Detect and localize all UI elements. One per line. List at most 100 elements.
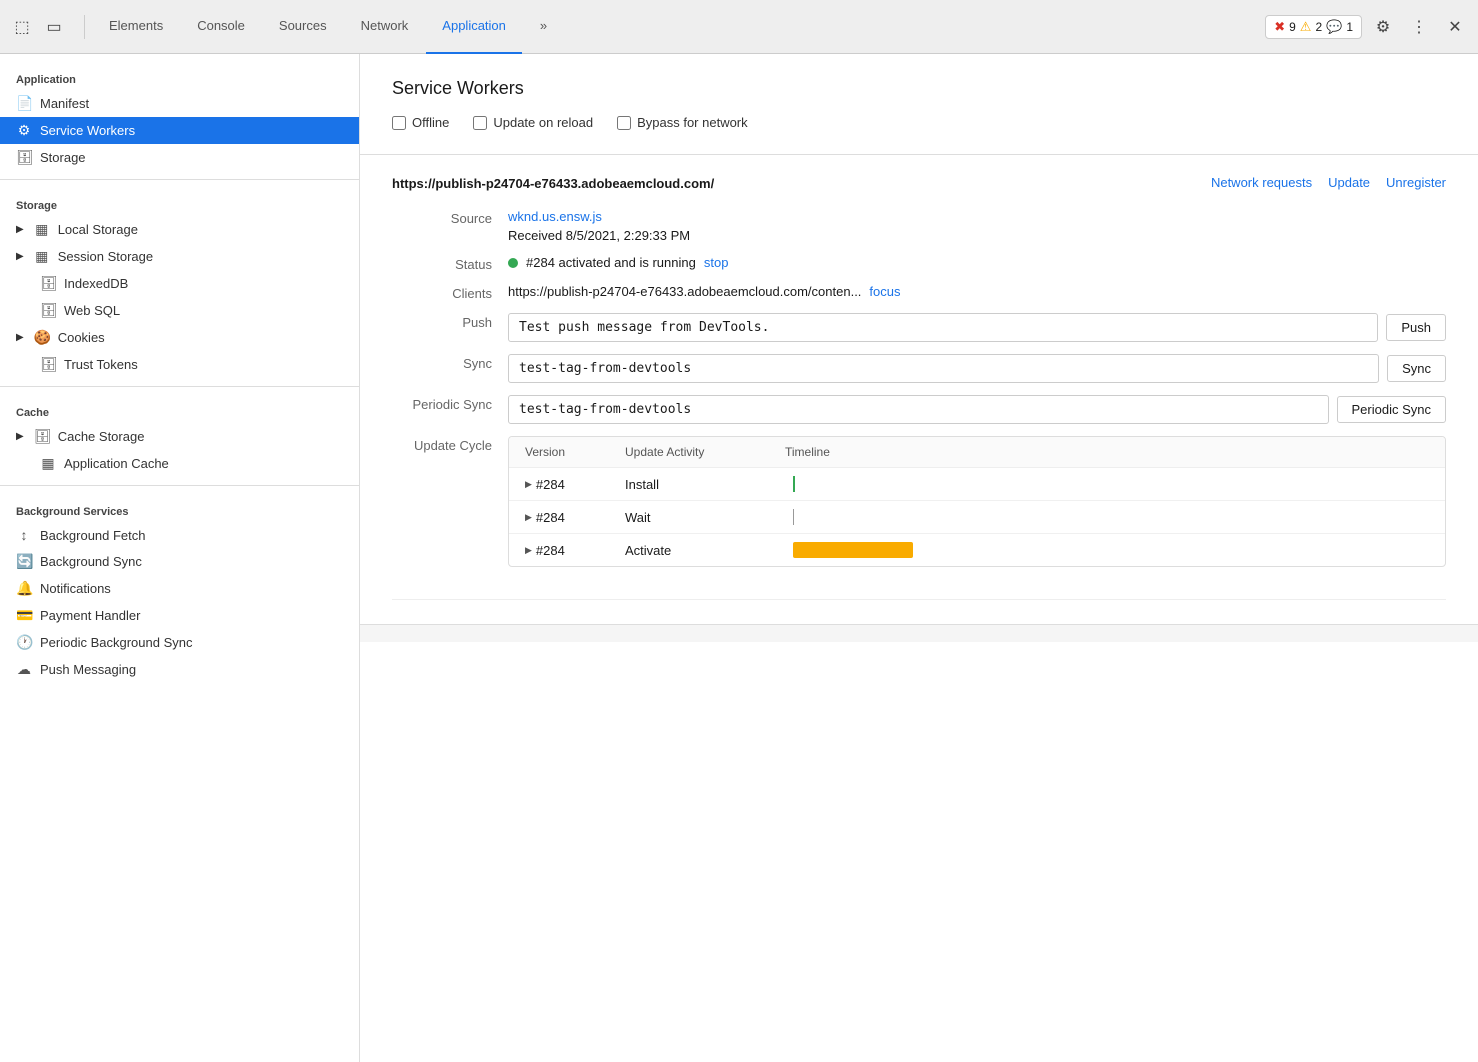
- sync-button[interactable]: Sync: [1387, 355, 1446, 382]
- sync-input[interactable]: [508, 354, 1379, 383]
- notifications-icon: 🔔: [16, 580, 32, 597]
- update-on-reload-checkbox[interactable]: [473, 116, 487, 130]
- tab-sources[interactable]: Sources: [263, 0, 343, 54]
- push-label: Push: [392, 313, 492, 330]
- version-arrow-install: ▶: [525, 479, 532, 490]
- sidebar-item-manifest[interactable]: 📄 Manifest: [0, 90, 359, 117]
- sidebar-section-bg: Background Services: [0, 494, 359, 522]
- divider-1: [0, 179, 359, 180]
- sidebar-item-periodic-bg-sync[interactable]: 🕐 Periodic Background Sync: [0, 629, 359, 656]
- offline-checkbox-label[interactable]: Offline: [392, 115, 449, 130]
- sidebar-label-trust-tokens: Trust Tokens: [64, 357, 138, 372]
- content-area: Service Workers Offline Update on reload…: [360, 54, 1478, 1062]
- sidebar-section-application: Application: [0, 62, 359, 90]
- clients-row-inner: https://publish-p24704-e76433.adobeaemcl…: [508, 284, 1446, 299]
- main-layout: Application 📄 Manifest ⚙ Service Workers…: [0, 54, 1478, 1062]
- expand-session-storage-icon: ▶: [16, 251, 24, 262]
- source-value: wknd.us.ensw.js Received 8/5/2021, 2:29:…: [508, 209, 1446, 243]
- sidebar-label-indexeddb: IndexedDB: [64, 276, 128, 291]
- sidebar-item-web-sql[interactable]: 🗄 Web SQL: [0, 297, 359, 324]
- sidebar-item-cache-storage[interactable]: ▶ 🗄 Cache Storage: [0, 423, 359, 450]
- version-arrow-activate: ▶: [525, 545, 532, 556]
- source-link[interactable]: wknd.us.ensw.js: [508, 209, 602, 224]
- warn-count: 2: [1315, 20, 1322, 34]
- push-value: Push: [508, 313, 1446, 342]
- sidebar: Application 📄 Manifest ⚙ Service Workers…: [0, 54, 360, 1062]
- version-num-wait: #284: [536, 510, 565, 525]
- sidebar-item-push-messaging[interactable]: ☁ Push Messaging: [0, 656, 359, 683]
- timeline-tick-gray: [793, 509, 794, 525]
- toolbar: ⬚ ▭ Elements Console Sources Network App…: [0, 0, 1478, 54]
- focus-link[interactable]: focus: [869, 284, 900, 299]
- version-activate[interactable]: ▶ #284: [525, 543, 625, 558]
- sidebar-item-trust-tokens[interactable]: 🗄 Trust Tokens: [0, 351, 359, 378]
- sidebar-item-app-cache[interactable]: ▦ Application Cache: [0, 450, 359, 477]
- tab-network[interactable]: Network: [345, 0, 425, 54]
- sidebar-item-bg-fetch[interactable]: ↕ Background Fetch: [0, 522, 359, 548]
- stop-link[interactable]: stop: [704, 255, 729, 270]
- cursor-icon[interactable]: ⬚: [8, 13, 36, 41]
- sidebar-label-storage-main: Storage: [40, 150, 86, 165]
- timeline-activate: [785, 542, 1429, 558]
- unregister-link[interactable]: Unregister: [1386, 175, 1446, 190]
- mobile-icon[interactable]: ▭: [40, 13, 68, 41]
- tab-application[interactable]: Application: [426, 0, 522, 54]
- more-button[interactable]: ⋮: [1404, 12, 1434, 42]
- clients-row: Clients https://publish-p24704-e76433.ad…: [392, 284, 1446, 301]
- update-link[interactable]: Update: [1328, 175, 1370, 190]
- sidebar-item-payment-handler[interactable]: 💳 Payment Handler: [0, 602, 359, 629]
- update-cycle-table: Version Update Activity Timeline ▶ #284 …: [508, 436, 1446, 567]
- settings-button[interactable]: ⚙: [1368, 12, 1398, 42]
- tab-elements[interactable]: Elements: [93, 0, 179, 54]
- trust-tokens-icon: 🗄: [40, 356, 56, 373]
- sidebar-item-storage-main[interactable]: 🗄 Storage: [0, 144, 359, 171]
- divider-3: [0, 485, 359, 486]
- divider-2: [0, 386, 359, 387]
- sidebar-item-cookies[interactable]: ▶ 🍪 Cookies: [0, 324, 359, 351]
- update-on-reload-checkbox-label[interactable]: Update on reload: [473, 115, 593, 130]
- toolbar-divider: [84, 15, 85, 39]
- network-requests-link[interactable]: Network requests: [1211, 175, 1312, 190]
- local-storage-icon: ▦: [34, 221, 50, 238]
- update-cycle-label: Update Cycle: [392, 436, 492, 453]
- version-wait[interactable]: ▶ #284: [525, 510, 625, 525]
- service-workers-icon: ⚙: [16, 122, 32, 139]
- version-arrow-wait: ▶: [525, 512, 532, 523]
- session-storage-icon: ▦: [34, 248, 50, 265]
- sidebar-label-payment-handler: Payment Handler: [40, 608, 140, 623]
- sidebar-item-session-storage[interactable]: ▶ ▦ Session Storage: [0, 243, 359, 270]
- version-install[interactable]: ▶ #284: [525, 477, 625, 492]
- push-input[interactable]: [508, 313, 1378, 342]
- update-cycle-row: Update Cycle Version Update Activity Tim…: [392, 436, 1446, 567]
- bottom-bar: [360, 624, 1478, 642]
- close-button[interactable]: ✕: [1440, 12, 1470, 42]
- service-worker-entry: https://publish-p24704-e76433.adobeaemcl…: [392, 155, 1446, 600]
- periodic-sync-button[interactable]: Periodic Sync: [1337, 396, 1446, 423]
- version-num-install: #284: [536, 477, 565, 492]
- periodic-sync-input[interactable]: [508, 395, 1329, 424]
- sidebar-label-local-storage: Local Storage: [58, 222, 138, 237]
- periodic-sync-row: Periodic Sync Periodic Sync: [392, 395, 1446, 424]
- tab-console[interactable]: Console: [181, 0, 261, 54]
- offline-checkbox[interactable]: [392, 116, 406, 130]
- sync-input-row: Sync: [508, 354, 1446, 383]
- periodic-bg-sync-icon: 🕐: [16, 634, 32, 651]
- msg-icon: 💬: [1326, 19, 1342, 35]
- source-label: Source: [392, 209, 492, 226]
- sidebar-item-bg-sync[interactable]: 🔄 Background Sync: [0, 548, 359, 575]
- timeline-wait: [785, 509, 1429, 525]
- bypass-for-network-checkbox[interactable]: [617, 116, 631, 130]
- status-dot: [508, 258, 518, 268]
- bypass-for-network-checkbox-label[interactable]: Bypass for network: [617, 115, 748, 130]
- update-cycle-value: Version Update Activity Timeline ▶ #284 …: [508, 436, 1446, 567]
- tab-more[interactable]: »: [524, 0, 563, 54]
- push-button[interactable]: Push: [1386, 314, 1446, 341]
- sidebar-label-periodic-bg-sync: Periodic Background Sync: [40, 635, 192, 650]
- sidebar-item-service-workers[interactable]: ⚙ Service Workers: [0, 117, 359, 144]
- error-badge[interactable]: ✖ 9 ⚠ 2 💬 1: [1265, 15, 1362, 39]
- sidebar-item-local-storage[interactable]: ▶ ▦ Local Storage: [0, 216, 359, 243]
- sync-label: Sync: [392, 354, 492, 371]
- error-icon: ✖: [1274, 19, 1285, 35]
- sidebar-item-notifications[interactable]: 🔔 Notifications: [0, 575, 359, 602]
- sidebar-item-indexeddb[interactable]: 🗄 IndexedDB: [0, 270, 359, 297]
